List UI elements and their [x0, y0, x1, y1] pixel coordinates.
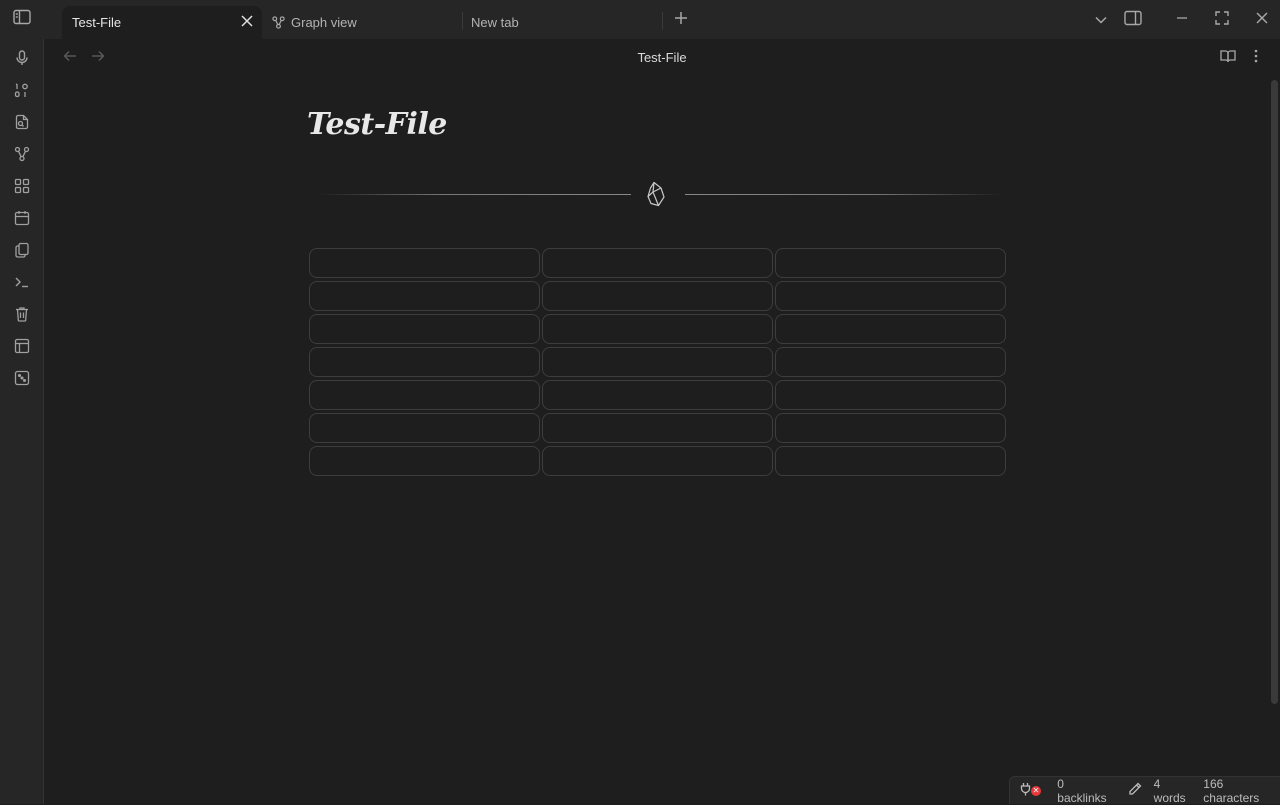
- tab-label: New tab: [471, 15, 519, 30]
- fullscreen-icon: [1215, 10, 1229, 30]
- dice-icon: [14, 370, 30, 391]
- close-tab-button[interactable]: [238, 13, 256, 31]
- grid-cell[interactable]: [542, 347, 773, 377]
- tab-label: Graph view: [291, 15, 357, 30]
- grid-cell[interactable]: [775, 413, 1006, 443]
- canvas-icon: [14, 178, 30, 199]
- layout-icon: [14, 338, 30, 359]
- ribbon-calendar-button[interactable]: [9, 207, 35, 233]
- character-count: 166 characters: [1203, 776, 1260, 805]
- terminal-icon: [14, 274, 30, 295]
- ribbon-trash-button[interactable]: [9, 303, 35, 329]
- backlinks-count[interactable]: 0 backlinks: [1057, 777, 1114, 805]
- ribbon-canvas-button[interactable]: [9, 175, 35, 201]
- book-open-icon: [1220, 49, 1236, 68]
- ribbon-layout-button[interactable]: [9, 335, 35, 361]
- calendar-icon: [14, 210, 30, 231]
- ribbon-microphone-button[interactable]: [9, 47, 35, 73]
- edit-mode-button[interactable]: [1128, 777, 1142, 804]
- pencil-icon: [1128, 782, 1142, 799]
- ribbon-dice-button[interactable]: [9, 367, 35, 393]
- scrollbar[interactable]: [1271, 80, 1278, 704]
- tab-label: Test-File: [72, 15, 122, 30]
- minimize-button[interactable]: [1169, 8, 1195, 32]
- maximize-button[interactable]: [1209, 8, 1235, 32]
- graph-icon: [14, 146, 30, 167]
- grid-cell[interactable]: [542, 314, 773, 344]
- grid-cell[interactable]: [542, 413, 773, 443]
- title-bar: Test-File Graph view New tab: [0, 0, 1280, 39]
- graph-icon: [272, 16, 285, 29]
- grid-cell[interactable]: [542, 248, 773, 278]
- search-file-icon: [14, 114, 30, 135]
- status-bar: ✕ 0 backlinks 4 words 166 characters: [1009, 776, 1280, 805]
- ribbon: [0, 39, 44, 804]
- close-icon: [1256, 11, 1268, 29]
- grid-cell[interactable]: [309, 281, 540, 311]
- grid-cell[interactable]: [542, 281, 773, 311]
- tab-separator: [662, 12, 663, 30]
- tab-new-tab[interactable]: New tab: [462, 6, 662, 39]
- grid-cell[interactable]: [309, 347, 540, 377]
- card-grid: [309, 248, 1006, 476]
- divider-line-right: [685, 194, 1003, 195]
- plus-icon: [674, 11, 688, 30]
- grid-cell[interactable]: [309, 248, 540, 278]
- grid-cell[interactable]: [775, 281, 1006, 311]
- ribbon-switcher-button[interactable]: [9, 79, 35, 105]
- grid-cell[interactable]: [775, 347, 1006, 377]
- grid-cell[interactable]: [309, 314, 540, 344]
- word-count: 4 words: [1153, 776, 1186, 805]
- grid-cell[interactable]: [309, 380, 540, 410]
- grid-cell[interactable]: [775, 314, 1006, 344]
- reading-view-button[interactable]: [1216, 46, 1240, 70]
- minimize-icon: [1176, 11, 1188, 29]
- sidebar-left-icon: [13, 9, 31, 30]
- tab-test-file[interactable]: Test-File: [62, 6, 262, 39]
- right-sidebar-toggle[interactable]: [1120, 8, 1146, 32]
- microphone-icon: [14, 49, 30, 71]
- grid-cell[interactable]: [309, 446, 540, 476]
- trash-icon: [14, 306, 30, 327]
- tab-graph-view[interactable]: Graph view: [262, 6, 462, 39]
- view-header: Test-File: [44, 39, 1280, 77]
- ribbon-search-file-button[interactable]: [9, 111, 35, 137]
- left-sidebar-toggle[interactable]: [8, 6, 36, 32]
- view-title[interactable]: Test-File: [44, 50, 1280, 65]
- ribbon-terminal-button[interactable]: [9, 271, 35, 297]
- more-vertical-icon: [1254, 49, 1258, 68]
- new-tab-button[interactable]: [668, 8, 694, 32]
- ribbon-graph-button[interactable]: [9, 143, 35, 169]
- divider-line-left: [319, 194, 631, 195]
- grid-cell[interactable]: [309, 413, 540, 443]
- note-title[interactable]: Test-File: [307, 107, 447, 142]
- copy-icon: [14, 242, 30, 263]
- grid-cell[interactable]: [542, 380, 773, 410]
- tab-list-button[interactable]: [1088, 8, 1114, 32]
- obsidian-logo-icon: [645, 180, 667, 208]
- close-window-button[interactable]: [1249, 8, 1275, 32]
- switcher-icon: [14, 82, 30, 103]
- error-badge: ✕: [1031, 786, 1041, 796]
- grid-cell[interactable]: [775, 380, 1006, 410]
- close-icon: [241, 14, 253, 30]
- grid-cell[interactable]: [775, 446, 1006, 476]
- sidebar-right-icon: [1124, 10, 1142, 31]
- more-options-button[interactable]: [1244, 46, 1268, 70]
- sync-status[interactable]: ✕: [1019, 777, 1041, 804]
- ribbon-copy-button[interactable]: [9, 239, 35, 265]
- grid-cell[interactable]: [542, 446, 773, 476]
- note-content: Test-File: [44, 77, 1270, 781]
- chevron-down-icon: [1095, 11, 1107, 29]
- grid-cell[interactable]: [775, 248, 1006, 278]
